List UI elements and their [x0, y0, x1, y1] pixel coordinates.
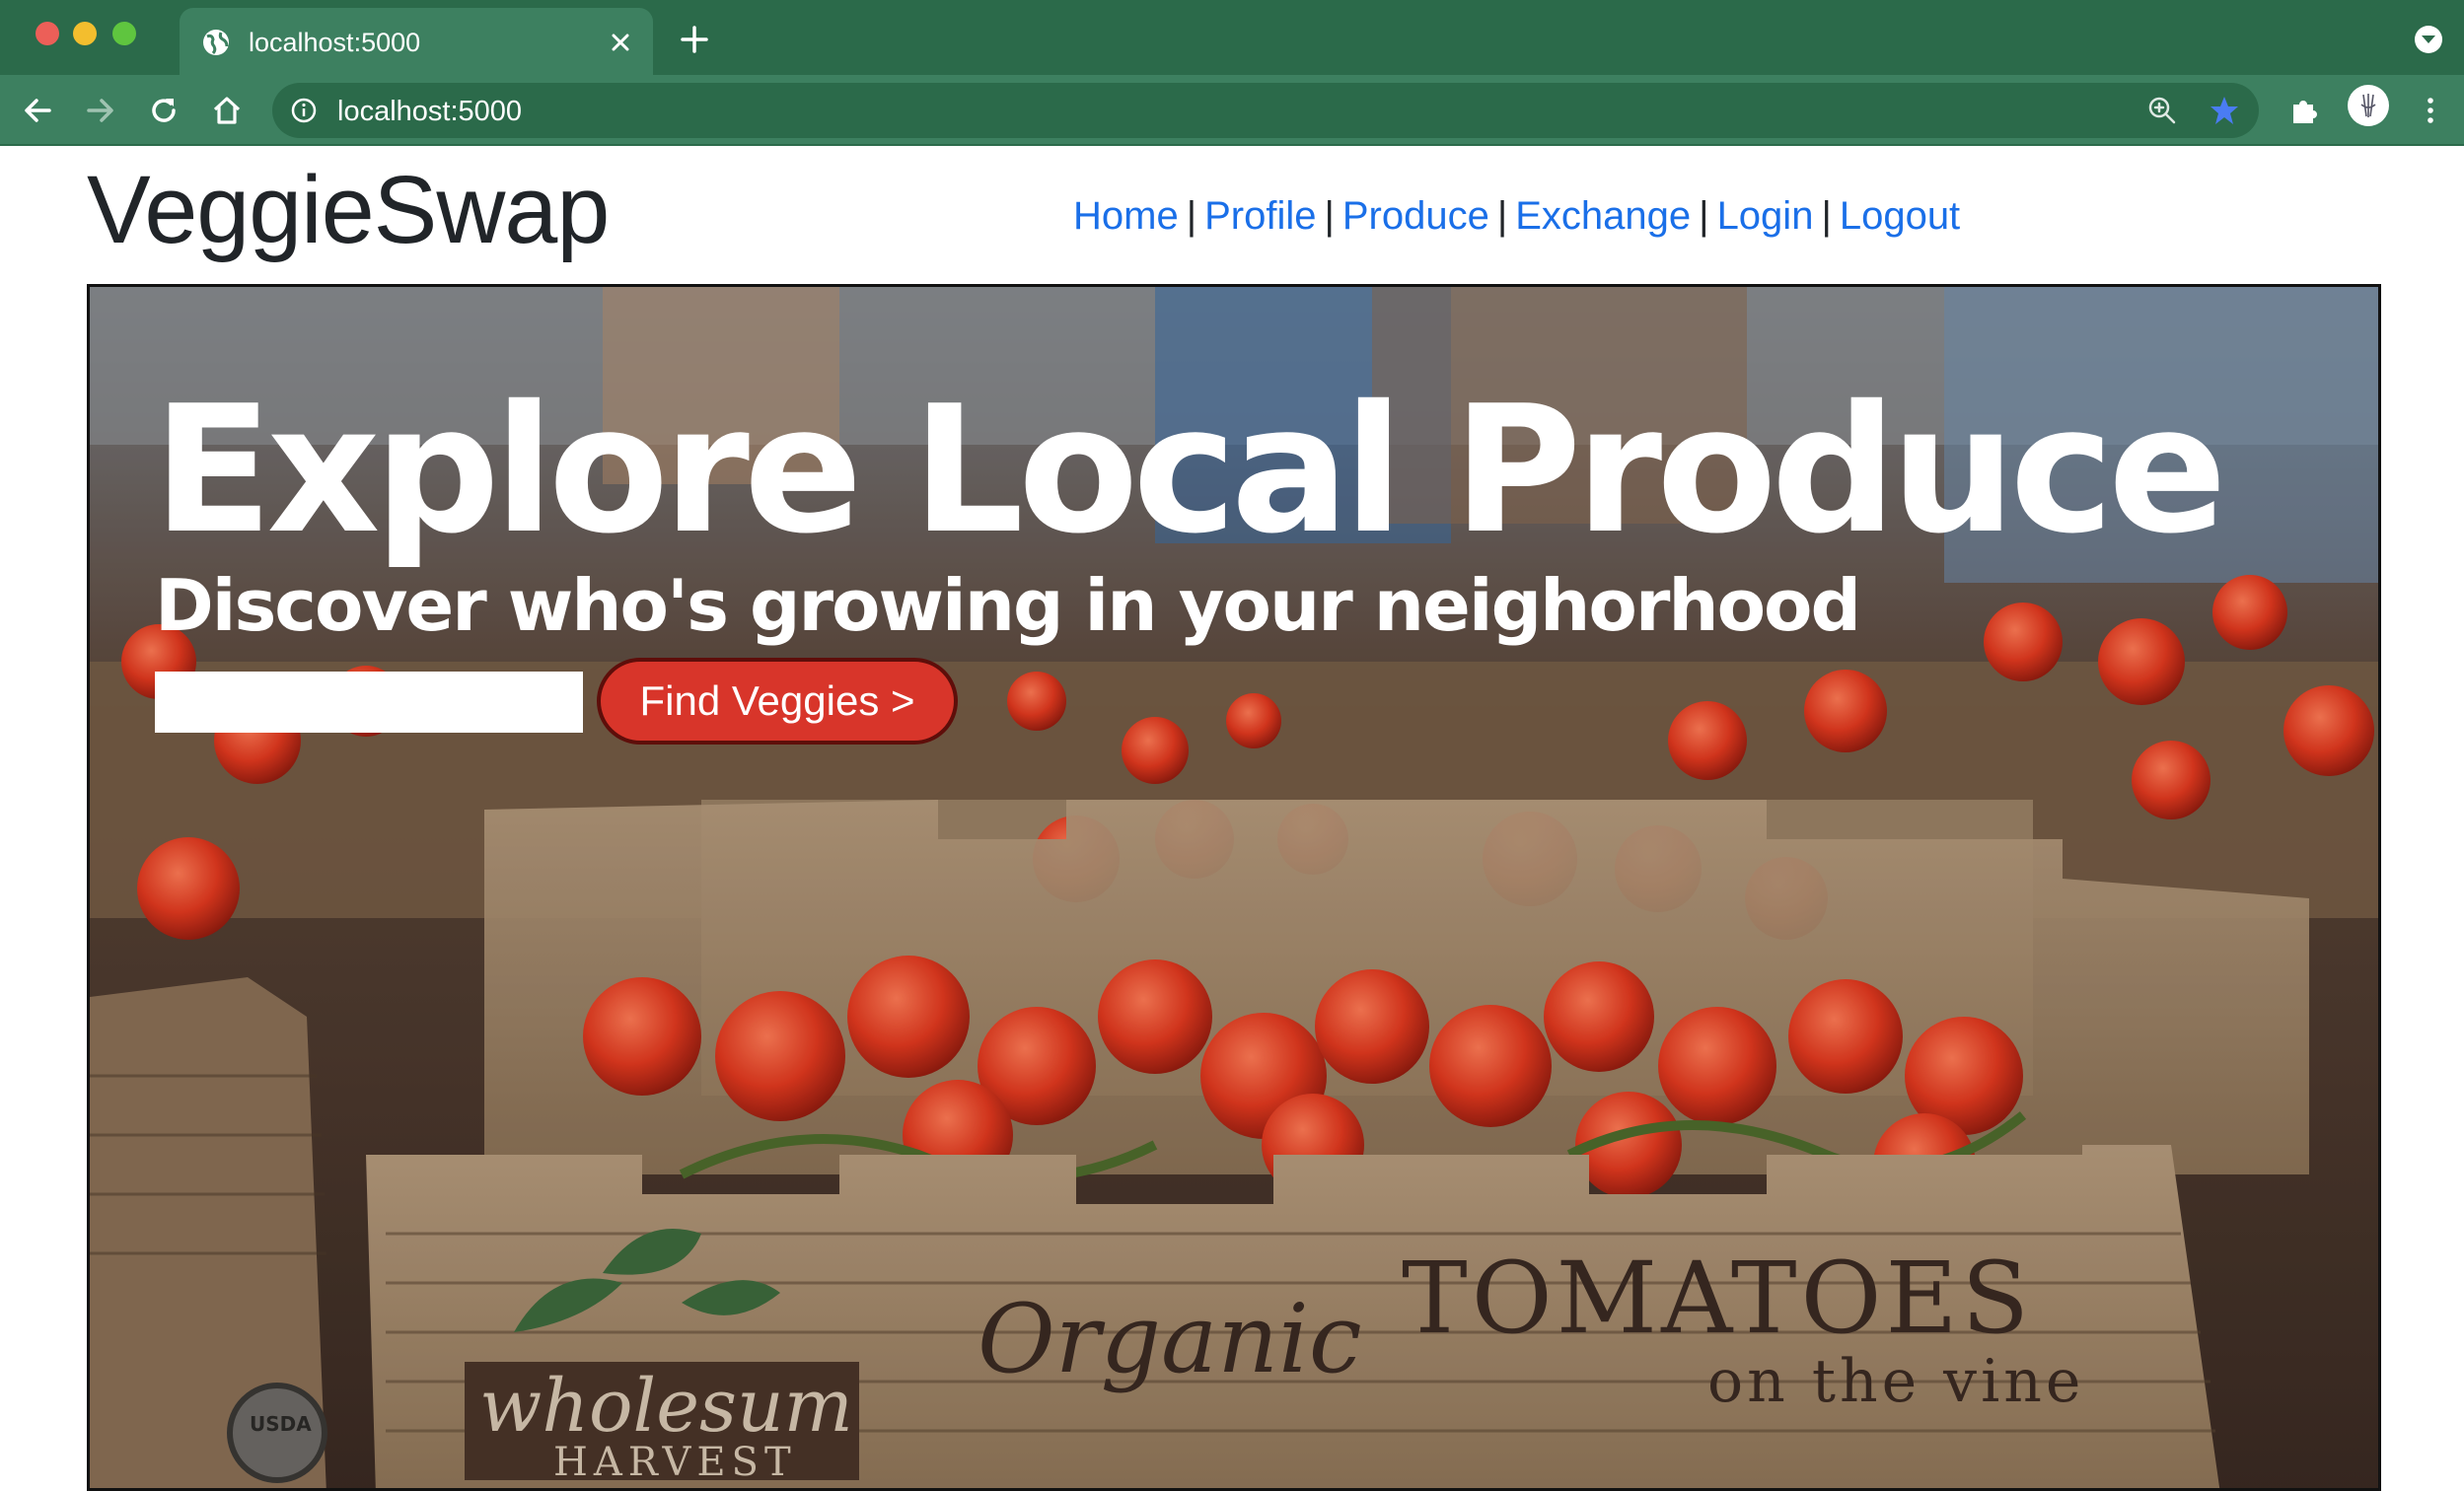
nav-link-home[interactable]: Home [1073, 194, 1179, 238]
toolbar-divider [0, 144, 2464, 146]
address-bar[interactable]: localhost:5000 [272, 83, 2259, 138]
site-info-icon[interactable] [290, 97, 318, 124]
browser-tab-strip: localhost:5000 [0, 0, 2464, 75]
close-window-button[interactable] [36, 22, 59, 45]
browser-tab[interactable]: localhost:5000 [180, 8, 653, 75]
globe-icon [203, 30, 229, 55]
nav-separator: | [1821, 194, 1832, 238]
site-brand[interactable]: VeggieSwap [87, 156, 610, 264]
nav-link-profile[interactable]: Profile [1204, 194, 1316, 238]
nav-link-logout[interactable]: Logout [1840, 194, 1960, 238]
hero-section: wholesum HARVEST Organic TOMATOES on the… [87, 284, 2381, 1491]
avatar-icon [2360, 94, 2376, 117]
home-icon[interactable] [209, 93, 245, 128]
tab-search-icon[interactable] [2413, 24, 2444, 55]
hero-subtitle: Discover who's growing in your neighorho… [155, 564, 1861, 647]
close-tab-icon[interactable] [606, 28, 635, 57]
minimize-window-button[interactable] [73, 22, 97, 45]
url-text[interactable]: localhost:5000 [337, 95, 522, 128]
nav-separator: | [1186, 194, 1197, 238]
main-nav: Home | Profile | Produce | Exchange | Login | Logo… [1073, 191, 1960, 241]
find-veggies-button[interactable]: Find Veggies > [597, 658, 958, 745]
new-tab-icon[interactable] [679, 24, 710, 55]
profile-avatar[interactable] [2348, 85, 2389, 126]
nav-separator: | [1496, 194, 1508, 238]
maximize-window-button[interactable] [112, 22, 136, 45]
bookmark-star-icon[interactable] [2208, 94, 2241, 127]
nav-separator: | [1699, 194, 1709, 238]
back-arrow-icon[interactable] [20, 93, 55, 128]
nav-link-produce[interactable]: Produce [1342, 194, 1489, 238]
nav-link-login[interactable]: Login [1717, 194, 1814, 238]
extensions-puzzle-icon[interactable] [2286, 93, 2322, 128]
more-menu-icon[interactable] [2413, 93, 2448, 128]
nav-separator: | [1324, 194, 1335, 238]
tab-title: localhost:5000 [249, 28, 421, 57]
reload-icon[interactable] [146, 93, 181, 128]
browser-toolbar: localhost:5000 [0, 75, 2464, 146]
forward-arrow-icon[interactable] [83, 93, 118, 128]
search-input[interactable] [155, 672, 583, 733]
nav-link-exchange[interactable]: Exchange [1515, 194, 1691, 238]
hero-title: Explore Local Produce [153, 368, 2227, 572]
zoom-icon[interactable] [2146, 95, 2178, 126]
